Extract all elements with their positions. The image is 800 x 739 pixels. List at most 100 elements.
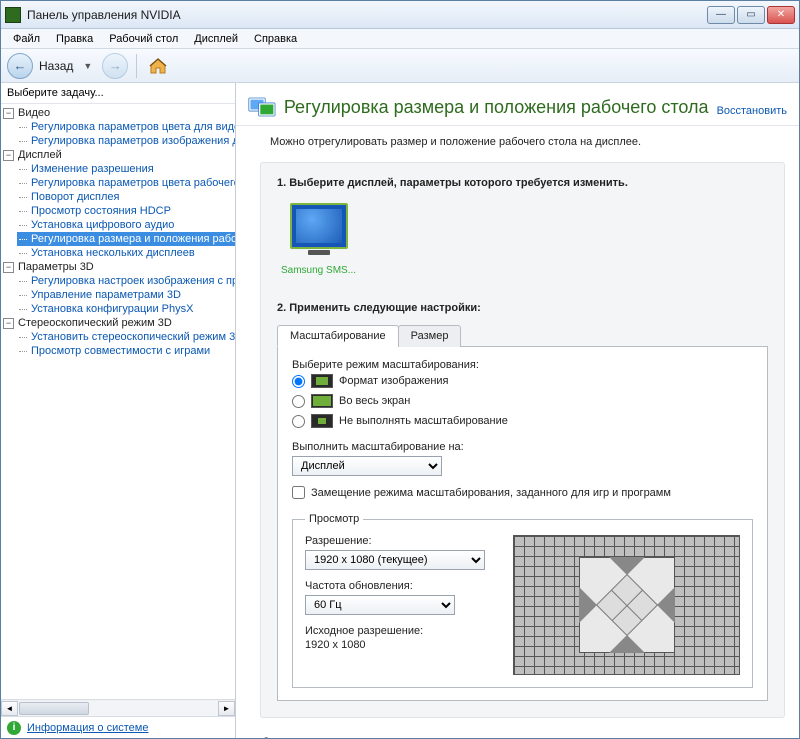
- back-history-dropdown[interactable]: ▼: [83, 61, 98, 71]
- radio-aspect-row[interactable]: Формат изображения: [292, 371, 753, 391]
- tab-panel-scaling: Выберите режим масштабирования: Формат и…: [277, 347, 768, 701]
- perform-on-label: Выполнить масштабирование на:: [292, 441, 753, 453]
- menu-desktop[interactable]: Рабочий стол: [101, 31, 186, 47]
- titlebar: Панель управления NVIDIA — ▭ ✕: [1, 1, 799, 29]
- radio-no-scaling-label: Не выполнять масштабирование: [339, 415, 508, 427]
- description-footer-label: Описание:: [236, 730, 799, 738]
- tree-item[interactable]: Регулировка настроек изображения с просм…: [17, 274, 235, 288]
- radio-fullscreen-label: Во весь экран: [339, 395, 410, 407]
- task-header: Выберите задачу...: [1, 83, 235, 104]
- tree-item[interactable]: Управление параметрами 3D: [17, 288, 235, 302]
- monitor-icon: [290, 203, 348, 249]
- tree-item[interactable]: Просмотр состояния HDCP: [17, 204, 235, 218]
- menu-help[interactable]: Справка: [246, 31, 305, 47]
- restore-defaults-link[interactable]: Восстановить: [717, 105, 787, 121]
- tree-item[interactable]: Регулировка параметров цвета рабочего ст…: [17, 176, 235, 190]
- tree-group-label-text: Дисплей: [18, 149, 62, 161]
- page-header: Регулировка размера и положения рабочего…: [236, 83, 799, 126]
- back-label: Назад: [37, 59, 79, 73]
- resolution-label: Разрешение:: [305, 535, 495, 547]
- radio-aspect-label: Формат изображения: [339, 375, 449, 387]
- override-label: Замещение режима масштабирования, заданн…: [311, 487, 671, 499]
- tree-toggle-icon[interactable]: −: [3, 108, 14, 119]
- radio-none-row[interactable]: Не выполнять масштабирование: [292, 411, 753, 431]
- radio-full-row[interactable]: Во весь экран: [292, 391, 753, 411]
- app-window: Панель управления NVIDIA — ▭ ✕ Файл Прав…: [0, 0, 800, 739]
- tree-item[interactable]: Регулировка параметров цвета для видео: [17, 120, 235, 134]
- tree-toggle-icon[interactable]: −: [3, 318, 14, 329]
- menu-edit[interactable]: Правка: [48, 31, 101, 47]
- aspect-mode-icon: [311, 374, 333, 388]
- page-description: Можно отрегулировать размер и положение …: [236, 126, 799, 162]
- settings-panel: 1. Выберите дисплей, параметры которого …: [260, 162, 785, 718]
- minimize-button[interactable]: —: [707, 6, 735, 24]
- preview-test-pattern: [579, 557, 675, 653]
- scroll-right-button[interactable]: ►: [218, 701, 235, 716]
- tree-item[interactable]: Регулировка размера и положения рабочего…: [17, 232, 235, 246]
- tree-item[interactable]: Просмотр совместимости с играми: [17, 344, 235, 358]
- tabs: Масштабирование Размер: [277, 324, 768, 347]
- window-buttons: — ▭ ✕: [707, 6, 795, 24]
- task-tree: −ВидеоРегулировка параметров цвета для в…: [1, 104, 235, 699]
- no-scaling-mode-icon: [311, 414, 333, 428]
- tree-group-label-text: Стереоскопический режим 3D: [18, 317, 172, 329]
- body: Выберите задачу... −ВидеоРегулировка пар…: [1, 83, 799, 738]
- tab-scaling[interactable]: Масштабирование: [277, 325, 399, 347]
- main-pane: Регулировка размера и положения рабочего…: [236, 83, 799, 738]
- scroll-thumb[interactable]: [19, 702, 89, 715]
- menu-file[interactable]: Файл: [5, 31, 48, 47]
- tree-group-label-text: Параметры 3D: [18, 261, 94, 273]
- tree-item[interactable]: Изменение разрешения: [17, 162, 235, 176]
- scroll-track[interactable]: [18, 701, 218, 716]
- tree-toggle-icon[interactable]: −: [3, 150, 14, 161]
- step1-label: 1. Выберите дисплей, параметры которого …: [277, 177, 768, 189]
- forward-button[interactable]: →: [102, 53, 128, 79]
- menubar: Файл Правка Рабочий стол Дисплей Справка: [1, 29, 799, 49]
- display-tile-label: Samsung SMS...: [281, 265, 356, 276]
- tree-toggle-icon[interactable]: −: [3, 262, 14, 273]
- tree-item[interactable]: Установить стереоскопический режим 3D: [17, 330, 235, 344]
- scroll-left-button[interactable]: ◄: [1, 701, 18, 716]
- back-button[interactable]: ←: [7, 53, 33, 79]
- sidebar-horizontal-scrollbar[interactable]: ◄ ►: [1, 699, 235, 716]
- system-info-link[interactable]: Информация о системе: [27, 722, 148, 734]
- close-button[interactable]: ✕: [767, 6, 795, 24]
- tree-item[interactable]: Поворот дисплея: [17, 190, 235, 204]
- system-info-bar: i Информация о системе: [1, 716, 235, 738]
- nvidia-app-icon: [5, 7, 21, 23]
- menu-display[interactable]: Дисплей: [186, 31, 246, 47]
- tree-group-1[interactable]: −Дисплей: [1, 148, 235, 162]
- home-button[interactable]: [145, 53, 171, 79]
- preview-grid: [513, 535, 740, 675]
- info-icon: i: [7, 721, 21, 735]
- resolution-select[interactable]: 1920 x 1080 (текущее): [305, 550, 485, 570]
- nav-separator: [136, 54, 137, 78]
- perform-on-select[interactable]: Дисплей: [292, 456, 442, 476]
- page-title: Регулировка размера и положения рабочего…: [284, 97, 709, 118]
- native-resolution-label: Исходное разрешение:: [305, 625, 495, 637]
- tree-group-3[interactable]: −Стереоскопический режим 3D: [1, 316, 235, 330]
- tree-group-2[interactable]: −Параметры 3D: [1, 260, 235, 274]
- tree-item[interactable]: Установка конфигурации PhysX: [17, 302, 235, 316]
- home-icon: [148, 56, 168, 76]
- radio-fullscreen[interactable]: [292, 395, 305, 408]
- maximize-button[interactable]: ▭: [737, 6, 765, 24]
- display-tile[interactable]: Samsung SMS...: [277, 199, 360, 280]
- refresh-label: Частота обновления:: [305, 580, 495, 592]
- tree-item[interactable]: Установка нескольких дисплеев: [17, 246, 235, 260]
- refresh-select[interactable]: 60 Гц: [305, 595, 455, 615]
- tab-size[interactable]: Размер: [398, 325, 462, 347]
- tree-item[interactable]: Регулировка параметров изображения для в…: [17, 134, 235, 148]
- override-row[interactable]: Замещение режима масштабирования, заданн…: [292, 486, 753, 499]
- window-title: Панель управления NVIDIA: [27, 8, 707, 22]
- tree-group-0[interactable]: −Видео: [1, 106, 235, 120]
- override-checkbox[interactable]: [292, 486, 305, 499]
- scaling-mode-label: Выберите режим масштабирования:: [292, 359, 753, 371]
- fullscreen-mode-icon: [311, 394, 333, 408]
- radio-no-scaling[interactable]: [292, 415, 305, 428]
- navbar: ← Назад ▼ →: [1, 49, 799, 83]
- tree-group-label-text: Видео: [18, 107, 50, 119]
- step2-label: 2. Применить следующие настройки:: [277, 302, 768, 314]
- tree-item[interactable]: Установка цифрового аудио: [17, 218, 235, 232]
- radio-aspect[interactable]: [292, 375, 305, 388]
